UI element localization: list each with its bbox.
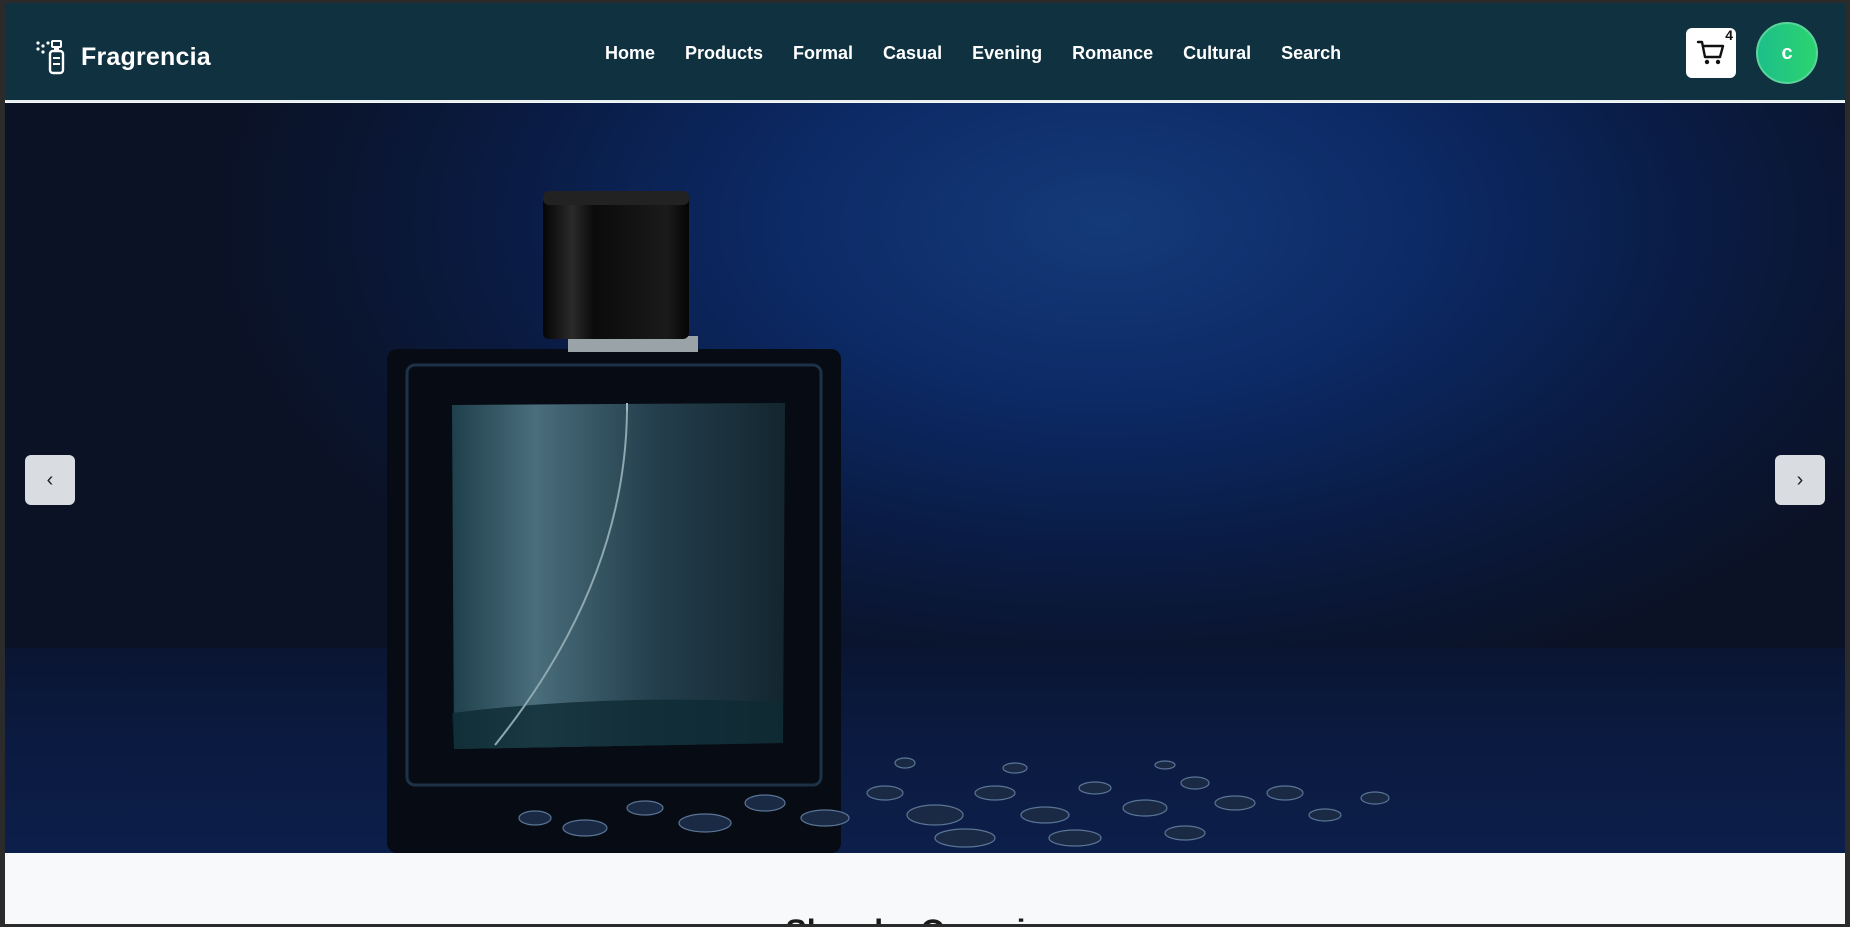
section-title: Shop by Occasion <box>5 913 1845 924</box>
chevron-left-icon: ‹ <box>46 468 54 491</box>
main-nav: Home Products Formal Casual Evening Roma… <box>605 43 1371 64</box>
perfume-spray-icon <box>36 40 65 75</box>
cart-button[interactable]: 4 <box>1686 27 1736 78</box>
nav-link-products[interactable]: Products <box>685 43 763 64</box>
shop-section: Shop by Occasion <box>5 853 1845 924</box>
brand-name: Fragrencia <box>81 42 211 71</box>
carousel-prev-button[interactable]: ‹ <box>25 455 75 505</box>
chevron-right-icon: › <box>1796 468 1804 491</box>
carousel-next-button[interactable]: › <box>1775 455 1825 505</box>
nav-link-cultural[interactable]: Cultural <box>1183 43 1251 64</box>
app-window: Fragrencia Home Products Formal Casual E… <box>5 3 1845 924</box>
nav-link-evening[interactable]: Evening <box>972 43 1042 64</box>
hero-carousel: ‹ › <box>5 103 1845 853</box>
nav-link-casual[interactable]: Casual <box>883 43 942 64</box>
navbar: Fragrencia Home Products Formal Casual E… <box>5 3 1845 102</box>
cart-icon <box>1696 40 1725 65</box>
cart-count-badge: 4 <box>1725 27 1733 43</box>
user-avatar[interactable]: c <box>1756 22 1818 84</box>
nav-link-romance[interactable]: Romance <box>1072 43 1153 64</box>
nav-link-formal[interactable]: Formal <box>793 43 853 64</box>
brand-logo[interactable]: Fragrencia <box>35 39 211 75</box>
avatar-initial: c <box>1781 41 1793 64</box>
nav-link-home[interactable]: Home <box>605 43 655 64</box>
nav-link-search[interactable]: Search <box>1281 43 1341 64</box>
hero-perfume-image <box>387 191 1390 853</box>
